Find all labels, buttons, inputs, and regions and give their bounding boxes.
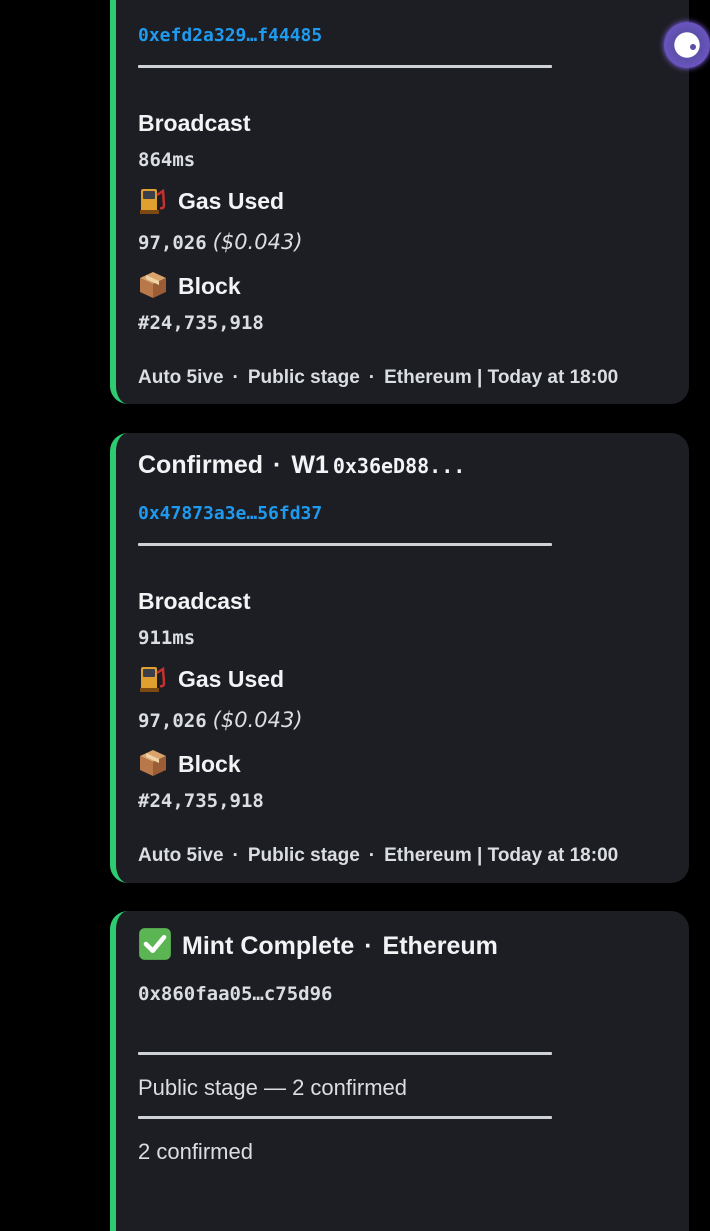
footer-bot: Auto 5ive [138,845,224,866]
embed-card-2: Confirmed · W1 0x36eD88... 0x47873a3e…56fd3… [110,433,689,883]
field-name-broadcast: Broadcast [138,110,251,136]
separator-line [138,1052,552,1055]
check-mark-icon [139,928,171,960]
separator-line [138,1116,552,1119]
separator-line [138,543,552,546]
separator-line [138,65,552,68]
footer-stage: Public stage [247,845,360,866]
tx-hash-link[interactable]: 0x47873a3e…56fd37 [138,503,322,524]
avatar-eye [690,44,696,50]
title-dot: · [364,932,373,960]
embed-card-1: 0xefd2a329…f44485 Broadcast 864ms Gas Us… [110,0,689,404]
field-value-gas: 97,026 ($0.043) [138,230,303,254]
avatar[interactable] [664,22,710,68]
field-value-block: #24,735,918 [138,312,264,334]
field-value-broadcast: 864ms [138,149,196,171]
footer-dot: · [232,367,239,388]
gas-usd: ($0.043) [212,708,303,732]
field-name-gas: Gas Used [138,663,284,693]
footer-bot: Auto 5ive [138,367,224,388]
contract-address: 0x860faa05…c75d96 [138,983,333,1005]
footer-chain-time: Ethereum | Today at 18:00 [384,367,619,388]
package-icon [140,750,166,776]
tx-hash-link[interactable]: 0xefd2a329…f44485 [138,25,322,46]
field-name-block: Block [138,748,241,778]
embed-card-3: Mint Complete · Ethereum 0x860faa05…c75d96… [110,911,689,1231]
field-value-broadcast: 911ms [138,627,196,649]
field-value-block: #24,735,918 [138,790,264,812]
embed-footer: Auto 5ive · Public stage · Ethereum | Today … [138,367,618,389]
package-icon [140,272,166,298]
gas-amount: 97,026 [138,710,207,732]
fuel-pump-icon [140,188,166,214]
field-name-label: Gas Used [178,666,285,692]
footer-chain-time: Ethereum | Today at 18:00 [384,845,619,866]
field-name-gas: Gas Used [138,185,284,215]
mint-summary: Public stage — 2 confirmed [138,1075,408,1100]
embed-footer: Auto 5ive · Public stage · Ethereum | Today … [138,845,618,867]
title-status: Mint Complete [182,932,355,960]
title-chain: Ethereum [382,932,498,960]
footer-dot: · [232,845,239,866]
title-status: Confirmed [138,451,263,479]
footer-dot: · [368,845,376,866]
embed-title: Mint Complete · Ethereum [138,927,498,961]
fuel-pump-icon [140,666,166,692]
title-wallet: W1 [291,451,329,479]
confirmed-count: 2 confirmed [138,1139,253,1164]
field-name-label: Block [178,751,241,777]
footer-stage: Public stage [247,367,360,388]
wallet-address: 0x36eD88... [332,454,466,478]
field-name-label: Block [178,273,241,299]
field-name-block: Block [138,270,241,300]
field-name-label: Gas Used [178,188,285,214]
footer-dot: · [368,367,376,388]
field-value-gas: 97,026 ($0.043) [138,708,303,732]
field-name-broadcast: Broadcast [138,588,251,614]
embed-title: Confirmed · W1 0x36eD88... [138,451,465,480]
gas-usd: ($0.043) [212,230,303,254]
gas-amount: 97,026 [138,232,207,254]
title-dot: · [273,451,282,479]
